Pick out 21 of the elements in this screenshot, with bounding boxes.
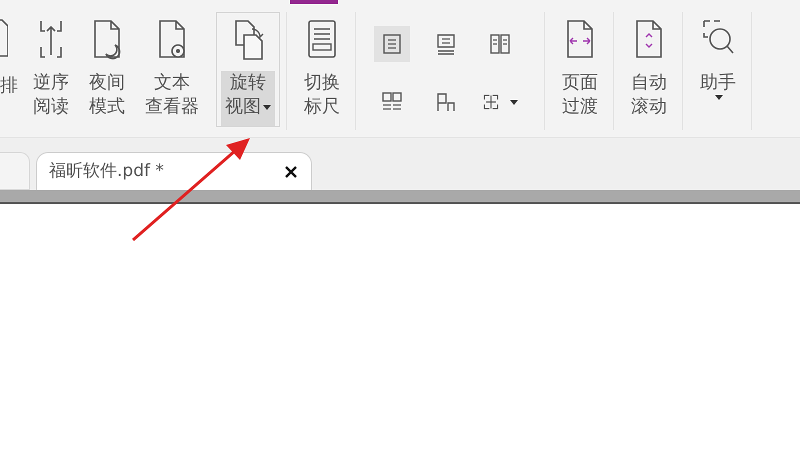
page-layout-icon [435, 33, 457, 55]
ribbon-button[interactable]: 助手 [691, 12, 745, 127]
view-mode-button[interactable] [374, 26, 410, 62]
page-layout-icon [435, 91, 457, 113]
ribbon-button[interactable]: 切换 标尺 [295, 12, 349, 127]
document-tab[interactable]: 福昕软件.pdf * [36, 152, 312, 190]
ribbon-button[interactable]: 自动 滚动 [622, 12, 676, 127]
caret-icon [715, 95, 723, 100]
ribbon-button[interactable]: 旋转 视图 [216, 12, 280, 127]
ribbon-button[interactable]: 逆序 阅读 [24, 12, 78, 127]
ribbon-icon [0, 16, 8, 60]
page-layout-icon [381, 33, 403, 55]
ribbon-label: 排 [0, 74, 18, 98]
ribbon-button[interactable]: 页面 过渡 [553, 12, 607, 127]
ribbon-button[interactable]: 夜间 模式 [80, 12, 134, 127]
page-layout-icon [489, 33, 511, 55]
caret-icon [263, 104, 271, 110]
tab-title: 福昕软件.pdf * [49, 160, 164, 183]
close-icon[interactable] [285, 166, 297, 178]
caret-icon [510, 100, 518, 106]
ribbon-button[interactable]: 文本 查看器 [136, 12, 208, 127]
